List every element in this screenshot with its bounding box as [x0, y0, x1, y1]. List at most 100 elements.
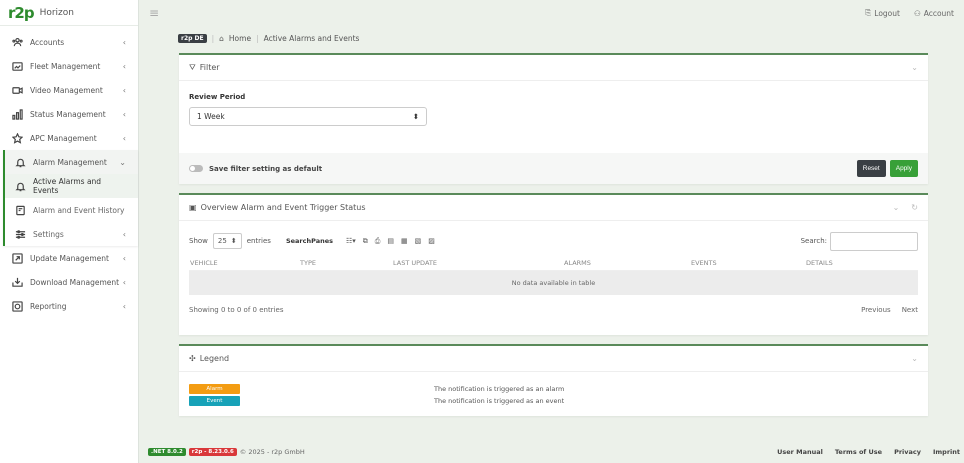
column-type[interactable]: TYPE	[299, 259, 392, 267]
filter-card-header[interactable]: ⛛ Filter ⌄	[179, 55, 928, 81]
top-actions: ⎘ Logout ⚇ Account	[865, 8, 954, 18]
column-last-update[interactable]: LAST UPDATE	[392, 259, 563, 267]
entries-label: entries	[246, 237, 271, 245]
sidebar-item-label: APC Management	[30, 133, 97, 143]
reset-button[interactable]: Reset	[856, 160, 886, 177]
sidebar-item-label: Alarm Management	[33, 157, 107, 167]
overview-card: ▣ Overview Alarm and Event Trigger Status…	[179, 193, 928, 335]
sidebar-item-update[interactable]: Update Management ‹	[0, 246, 138, 270]
save-default-toggle[interactable]	[189, 165, 203, 172]
sidebar-item-settings[interactable]: Settings ‹	[5, 222, 138, 246]
overview-title: Overview Alarm and Event Trigger Status	[200, 203, 366, 212]
filter-card: ⛛ Filter ⌄ Review Period 1 Week ⬍ Save fi…	[179, 53, 928, 184]
chevron-left-icon: ‹	[122, 109, 126, 119]
searchpanes-button[interactable]: SearchPanes	[286, 237, 333, 245]
save-default-label: Save filter setting as default	[209, 164, 323, 173]
footer: .NET 8.0.2 r2p - 8.23.0.6 © 2025 - r2p G…	[148, 445, 960, 459]
search-label: Search:	[800, 237, 827, 245]
privacy-link[interactable]: Privacy	[894, 448, 921, 456]
fleet-icon	[10, 59, 24, 73]
sidebar-item-active-alarms[interactable]: Active Alarms and Events	[5, 174, 138, 198]
page-length-select[interactable]: 25 ⬍	[212, 233, 242, 249]
chevron-left-icon: ‹	[122, 37, 126, 47]
legend-text: The notification is triggered as an even…	[434, 397, 565, 405]
brand[interactable]: r2p Horizon	[0, 0, 138, 26]
refresh-icon[interactable]: ↻	[911, 203, 918, 212]
home-icon[interactable]: ⌂	[219, 34, 224, 43]
status-icon	[10, 107, 24, 121]
breadcrumb: r2p DE | ⌂ Home | Active Alarms and Even…	[178, 34, 359, 43]
topbar: ≡ ⎘ Logout ⚇ Account	[139, 0, 964, 26]
collapse-icon[interactable]: ⌄	[911, 354, 918, 363]
previous-button[interactable]: Previous	[861, 306, 891, 314]
next-button[interactable]: Next	[902, 306, 918, 314]
sidebar-item-accounts[interactable]: Accounts ‹	[0, 30, 138, 54]
export-icon[interactable]: ▨	[428, 237, 435, 246]
collapse-icon[interactable]: ⌄	[911, 63, 918, 72]
sidebar-item-label: Settings	[33, 229, 64, 239]
legend-card-header[interactable]: ✣ Legend ⌄	[179, 346, 928, 372]
breadcrumb-separator: |	[256, 34, 259, 43]
sidebar-item-alarm-history[interactable]: Alarm and Event History	[5, 198, 138, 222]
dotnet-version-badge: .NET 8.0.2	[148, 448, 186, 456]
legend-row: Alarm The notification is triggered as a…	[189, 383, 918, 395]
legend-text: The notification is triggered as an alar…	[434, 385, 565, 393]
empty-table-message: No data available in table	[189, 271, 918, 295]
sidebar-item-fleet[interactable]: Fleet Management ‹	[0, 54, 138, 78]
sidebar-item-video[interactable]: Video Management ‹	[0, 78, 138, 102]
overview-card-header[interactable]: ▣ Overview Alarm and Event Trigger Status…	[179, 195, 928, 221]
chevron-left-icon: ‹	[122, 301, 126, 311]
sidebar-group-alarm: Alarm Management ⌄ Active Alarms and Eve…	[3, 150, 138, 246]
column-vehicle[interactable]: VEHICLE	[189, 259, 299, 267]
sidebar-item-label: Alarm and Event History	[33, 205, 125, 215]
account-link[interactable]: ⚇ Account	[914, 8, 954, 18]
menu-toggle-icon[interactable]: ≡	[149, 6, 159, 20]
breadcrumb-current: Active Alarms and Events	[263, 34, 360, 43]
table-icon: ▣	[189, 203, 197, 212]
sidebar: r2p Horizon Accounts ‹ Fleet Management …	[0, 0, 139, 463]
settings-icon	[13, 227, 27, 241]
table-info: Showing 0 to 0 of 0 entries	[189, 306, 284, 314]
review-period-select[interactable]: 1 Week ⬍	[189, 107, 427, 126]
sidebar-item-label: Fleet Management	[30, 61, 101, 71]
table-header: VEHICLE TYPE LAST UPDATE ALARMS EVENTS D…	[189, 255, 918, 271]
alarms-table: VEHICLE TYPE LAST UPDATE ALARMS EVENTS D…	[189, 255, 918, 295]
legend-title: Legend	[199, 354, 230, 363]
search-input[interactable]	[830, 231, 918, 251]
sidebar-item-label: Status Management	[30, 109, 106, 119]
imprint-link[interactable]: Imprint	[933, 448, 960, 456]
sidebar-item-alarm-management[interactable]: Alarm Management ⌄	[5, 150, 138, 174]
sidebar-item-label: Active Alarms and Events	[33, 177, 102, 195]
excel-icon[interactable]: ▦	[401, 237, 408, 246]
history-icon	[13, 203, 27, 217]
breadcrumb-home[interactable]: Home	[229, 34, 251, 43]
select-arrows-icon: ⬍	[412, 112, 419, 121]
column-alarms[interactable]: ALARMS	[563, 259, 690, 267]
logout-link[interactable]: ⎘ Logout	[865, 8, 900, 18]
column-events[interactable]: EVENTS	[690, 259, 805, 267]
select-arrows-icon: ⬍	[230, 237, 237, 245]
sidebar-item-reporting[interactable]: Reporting ‹	[0, 294, 138, 318]
collapse-icon[interactable]: ⌄	[893, 203, 900, 212]
copy-icon[interactable]: ⧉	[363, 237, 368, 246]
sidebar-item-download[interactable]: Download Management ‹	[0, 270, 138, 294]
user-manual-link[interactable]: User Manual	[777, 448, 823, 456]
review-period-value: 1 Week	[197, 112, 225, 121]
columns-icon[interactable]: ☷▾	[346, 237, 356, 246]
sidebar-item-status[interactable]: Status Management ‹	[0, 102, 138, 126]
column-details[interactable]: DETAILS	[805, 259, 885, 267]
sidebar-item-apc[interactable]: APC Management ‹	[0, 126, 138, 150]
accounts-icon	[10, 35, 24, 49]
terms-link[interactable]: Terms of Use	[835, 448, 882, 456]
pdf-icon[interactable]: ▧	[415, 237, 422, 246]
signpost-icon: ✣	[189, 354, 196, 363]
csv-icon[interactable]: ▤	[387, 237, 394, 246]
logout-icon: ⎘	[865, 8, 872, 17]
print-icon[interactable]: ⎙	[375, 237, 381, 246]
apply-button[interactable]: Apply	[889, 160, 918, 177]
star-icon	[10, 131, 24, 145]
alarm-tag: Alarm	[189, 384, 240, 394]
chevron-left-icon: ‹	[122, 229, 126, 239]
chevron-left-icon: ‹	[122, 277, 126, 287]
bell-icon	[13, 179, 27, 193]
